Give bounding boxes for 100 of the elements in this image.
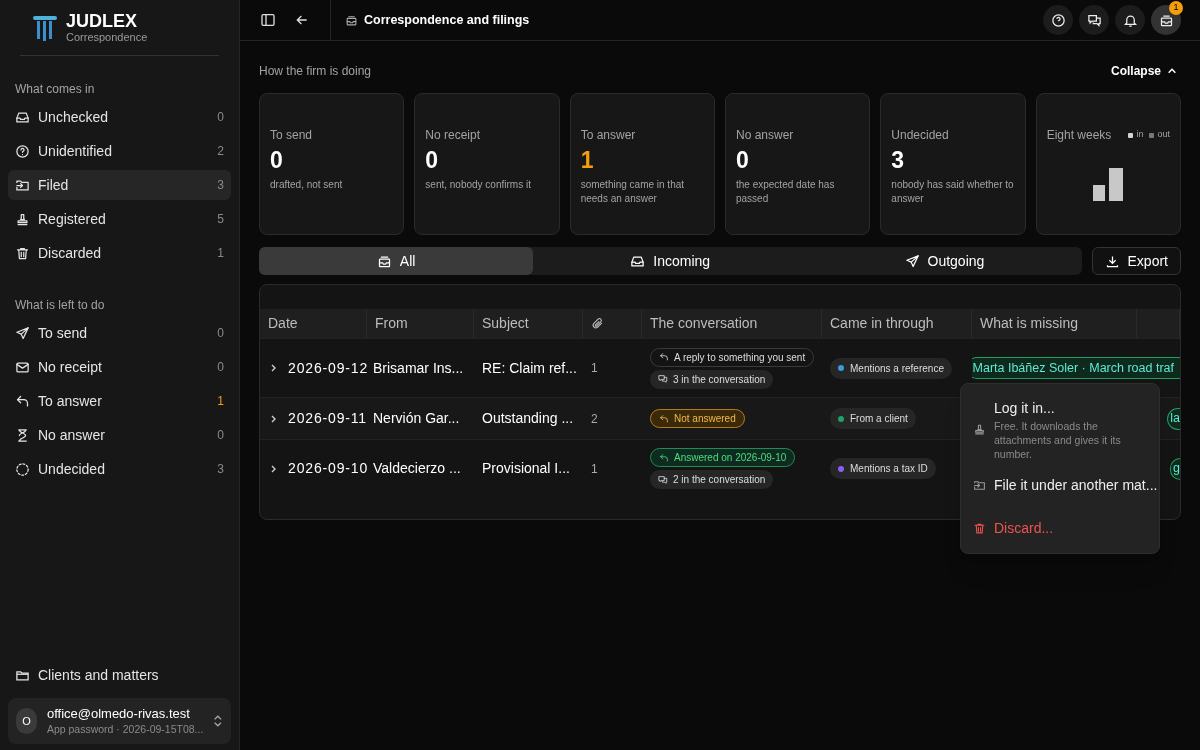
paperclip-icon (591, 317, 604, 330)
export-button[interactable]: Export (1091, 247, 1181, 275)
account-detail: App password · 2026-09-15T08... (46, 722, 204, 736)
stat-value: 0 (425, 146, 440, 175)
date-cell-text: 2026-09-12 (288, 358, 368, 378)
matter-tag[interactable]: Marta Ibáñez Soler · March road traf (972, 357, 1180, 379)
sidebar-toggle-icon[interactable] (260, 12, 276, 28)
inbox-stack-icon (345, 13, 358, 27)
column-header[interactable]: Subject (482, 313, 529, 334)
count: 3 (217, 177, 224, 194)
sidebar-item[interactable]: Registered 5 (8, 204, 231, 234)
sender-cell-text: Brisamar Ins... (373, 358, 464, 378)
attachment-count: 1 (591, 460, 598, 478)
inbox-stack-icon (376, 253, 392, 269)
stat-note: something came in that needs an answer (580, 178, 686, 206)
count: 1 (217, 245, 224, 262)
stat-note: the expected date has passed (736, 178, 836, 206)
column-header[interactable]: Date (268, 313, 298, 334)
attachment-count: 1 (591, 360, 598, 377)
clients-link[interactable]: Clients and matters (8, 660, 231, 690)
sender-cell-text: Nervión Gar... (373, 409, 460, 428)
page-title: Correspondence and filings (364, 11, 530, 29)
sidebar-item[interactable]: Discarded 1 (8, 238, 231, 268)
column-header[interactable]: What is missing (980, 313, 1079, 334)
help-icon[interactable] (1043, 5, 1073, 35)
chat-icon[interactable] (1079, 5, 1109, 35)
date-cell-text: 2026-09-10 (288, 459, 368, 478)
trash-icon (15, 245, 30, 261)
dashed-circle-icon (15, 461, 30, 477)
inbox-stack-icon (1158, 12, 1174, 28)
section-title: How the firm is doing (259, 63, 372, 80)
account-switcher[interactable]: O office@olmedo-rivas.test App password · 2026-09-15T08... (8, 698, 231, 744)
count: 3 (217, 461, 224, 478)
send-icon (904, 253, 920, 269)
conversation-tag: Not answered (650, 409, 745, 428)
account-email: office@olmedo-rivas.test (46, 706, 191, 723)
bell-icon[interactable] (1115, 5, 1145, 35)
subject-cell-text: Outstanding ... (482, 409, 574, 428)
question-icon (15, 143, 30, 159)
channel-tag: From a client (830, 408, 916, 429)
stat-value: 3 (891, 146, 906, 175)
menu-item[interactable]: Log it in... Free. It downloads the attachments and gives it its number. (965, 392, 1155, 467)
sidebar-item[interactable]: Unidentified 2 (8, 136, 231, 166)
inbox-icon (630, 253, 646, 269)
menu-item[interactable]: Discard... (965, 512, 1155, 545)
date-cell-text: 2026-09-11 (288, 409, 367, 428)
filter-tab[interactable]: All (259, 247, 534, 275)
stat-note: sent, nobody confirms it (425, 178, 532, 192)
stat-label: No receipt (425, 127, 482, 144)
legend-label: in (1136, 128, 1144, 142)
stat-label: No answer (736, 127, 795, 144)
section-heading: What comes in (15, 82, 95, 96)
stat-value: 0 (270, 146, 284, 175)
sidebar-item[interactable]: No answer 0 (8, 420, 231, 450)
chat-icon (658, 374, 668, 384)
sidebar-item[interactable]: Filed 3 (8, 170, 231, 200)
column-header[interactable]: The conversation (650, 313, 758, 334)
chevrons-icon (213, 714, 223, 728)
stat-label: Undecided (891, 127, 950, 144)
attachment-count: 2 (591, 410, 598, 428)
filter-tab[interactable]: Outgoing (807, 247, 1082, 275)
section-heading: What is left to do (15, 298, 105, 312)
stat-value: 1 (580, 146, 595, 175)
sidebar-item[interactable]: Unchecked 0 (8, 102, 231, 132)
conversation-tag: 2 in the conversation (650, 470, 774, 489)
collapse-button[interactable]: Collapse (1111, 62, 1181, 80)
stamp-icon (15, 211, 30, 227)
reply-arrow-icon (659, 413, 669, 424)
count: 5 (217, 211, 224, 228)
matter-tag[interactable]: la (1167, 407, 1180, 430)
column-header[interactable]: Came in through (830, 313, 934, 334)
count: 1 (217, 393, 224, 410)
chart-title: Eight weeks (1046, 127, 1112, 144)
chat-icon (658, 474, 668, 485)
subject-cell-text: Provisional I... (482, 459, 570, 478)
stat-label: To send (270, 127, 314, 144)
stat-value: 0 (736, 146, 750, 175)
filter-tab[interactable]: Incoming (533, 247, 808, 275)
chevron-right-icon[interactable] (270, 364, 278, 372)
chevron-up-icon (1167, 66, 1177, 76)
avatar: O (16, 708, 37, 734)
count: 0 (217, 427, 224, 444)
notification-badge: 1 (1169, 1, 1183, 15)
trash-icon (973, 522, 986, 535)
chevron-right-icon[interactable] (270, 464, 278, 473)
sidebar-item[interactable]: No receipt 0 (8, 352, 231, 382)
reply-arrow-icon (659, 452, 669, 463)
reply-arrow-icon (659, 352, 669, 362)
channel-tag: Mentions a tax ID (830, 458, 936, 479)
column-header[interactable]: From (375, 313, 408, 334)
menu-item[interactable]: File it under another mat... (965, 469, 1155, 502)
matter-tag[interactable]: g (1170, 457, 1180, 480)
stamp-icon (973, 423, 986, 436)
chevron-right-icon[interactable] (270, 414, 278, 423)
conversation-tag: Answered on 2026-09-10 (650, 448, 796, 467)
stat-label: To answer (580, 127, 637, 144)
sidebar-item[interactable]: Undecided 3 (8, 454, 231, 484)
sidebar-item[interactable]: To send 0 (8, 318, 231, 348)
brand-name: JUDLEX (66, 12, 138, 30)
sidebar-item[interactable]: To answer 1 (8, 386, 231, 416)
